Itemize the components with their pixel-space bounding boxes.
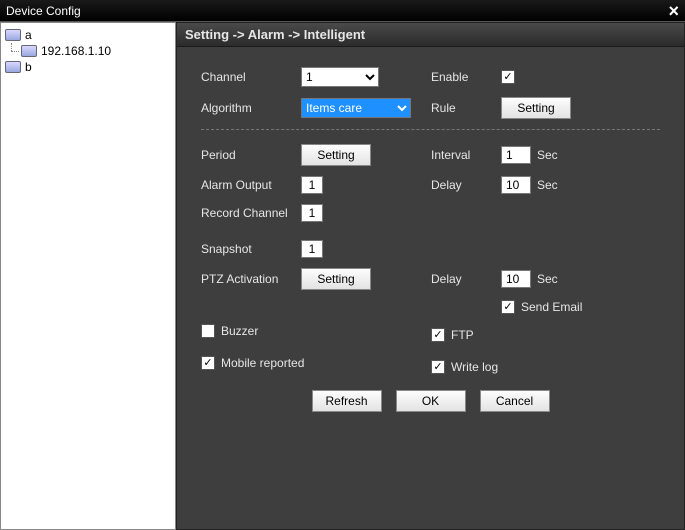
delay2-label: Delay [431, 272, 501, 286]
delay1-input[interactable] [501, 176, 531, 194]
algorithm-select[interactable]: Items care [301, 98, 411, 118]
interval-unit: Sec [537, 148, 558, 162]
record-channel-box[interactable]: 1 [301, 204, 323, 222]
enable-checkbox[interactable] [501, 70, 515, 84]
titlebar: Device Config × [0, 0, 685, 22]
interval-label: Interval [431, 148, 501, 162]
ftp-label: FTP [451, 328, 474, 342]
channel-label: Channel [201, 70, 301, 84]
enable-label: Enable [431, 70, 501, 84]
tree-item-b[interactable]: b [3, 59, 173, 75]
rule-setting-button[interactable]: Setting [501, 97, 571, 119]
mobile-reported-label: Mobile reported [221, 356, 304, 370]
close-icon[interactable]: × [668, 4, 679, 18]
mobile-reported-checkbox[interactable] [201, 356, 215, 370]
channel-select[interactable]: 1 [301, 67, 379, 87]
ftp-checkbox[interactable] [431, 328, 445, 342]
tree-item-label: 192.168.1.10 [41, 44, 111, 58]
snapshot-label: Snapshot [201, 242, 301, 256]
alarm-output-box[interactable]: 1 [301, 176, 323, 194]
refresh-button[interactable]: Refresh [312, 390, 382, 412]
interval-input[interactable] [501, 146, 531, 164]
send-email-checkbox[interactable] [501, 300, 515, 314]
ok-button[interactable]: OK [396, 390, 466, 412]
device-icon [5, 29, 21, 41]
alarm-output-label: Alarm Output [201, 178, 301, 192]
cancel-button[interactable]: Cancel [480, 390, 550, 412]
delay2-input[interactable] [501, 270, 531, 288]
tree-item-a[interactable]: a [3, 27, 173, 43]
period-setting-button[interactable]: Setting [301, 144, 371, 166]
device-icon [5, 61, 21, 73]
divider [201, 129, 660, 130]
period-label: Period [201, 148, 301, 162]
tree-item-label: a [25, 28, 32, 42]
algorithm-label: Algorithm [201, 101, 301, 115]
delay1-label: Delay [431, 178, 501, 192]
breadcrumb: Setting -> Alarm -> Intelligent [177, 23, 684, 47]
snapshot-box[interactable]: 1 [301, 240, 323, 258]
write-log-label: Write log [451, 360, 498, 374]
send-email-label: Send Email [521, 300, 582, 314]
ptz-setting-button[interactable]: Setting [301, 268, 371, 290]
device-tree: a 192.168.1.10 b [0, 22, 176, 530]
record-channel-label: Record Channel [201, 206, 301, 220]
window-title: Device Config [6, 4, 81, 18]
buzzer-label: Buzzer [221, 324, 258, 338]
delay2-unit: Sec [537, 272, 558, 286]
tree-item-ip[interactable]: 192.168.1.10 [3, 43, 173, 59]
delay1-unit: Sec [537, 178, 558, 192]
write-log-checkbox[interactable] [431, 360, 445, 374]
device-icon [21, 45, 37, 57]
buzzer-checkbox[interactable] [201, 324, 215, 338]
ptz-activation-label: PTZ Activation [201, 272, 301, 286]
content-panel: Setting -> Alarm -> Intelligent Channel … [176, 22, 685, 530]
tree-item-label: b [25, 60, 32, 74]
rule-label: Rule [431, 101, 501, 115]
